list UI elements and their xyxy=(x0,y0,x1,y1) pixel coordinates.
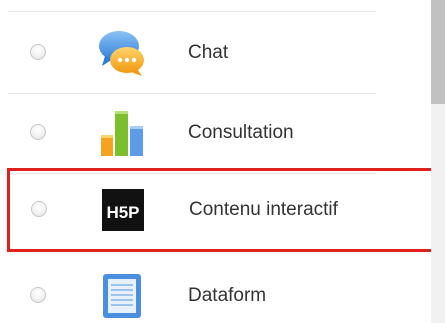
radio-button[interactable] xyxy=(30,124,46,140)
activity-option-consultation[interactable]: Consultation xyxy=(8,92,438,174)
activity-label: Contenu interactif xyxy=(189,199,338,220)
vertical-scrollbar[interactable] xyxy=(431,0,445,323)
activity-option-interactive-content[interactable]: H5P Contenu interactif xyxy=(7,168,440,252)
document-icon xyxy=(97,271,147,321)
activity-label: Consultation xyxy=(188,122,294,143)
activity-chooser-list: Chat Consultation H5P Contenu interactif… xyxy=(0,0,445,323)
h5p-logo-text: H5P xyxy=(106,203,139,222)
activity-label: Chat xyxy=(188,42,229,63)
radio-button[interactable] xyxy=(31,201,47,217)
bar-chart-icon xyxy=(97,108,147,158)
radio-button[interactable] xyxy=(30,44,46,60)
activity-option-dataform[interactable]: Dataform xyxy=(8,255,438,323)
activity-option-chat[interactable]: Chat xyxy=(8,12,438,94)
h5p-icon: H5P xyxy=(98,185,148,235)
radio-button[interactable] xyxy=(30,287,46,303)
activity-label: Dataform xyxy=(188,285,267,306)
scrollbar-thumb[interactable] xyxy=(431,0,445,104)
chat-bubbles-icon xyxy=(97,28,147,78)
